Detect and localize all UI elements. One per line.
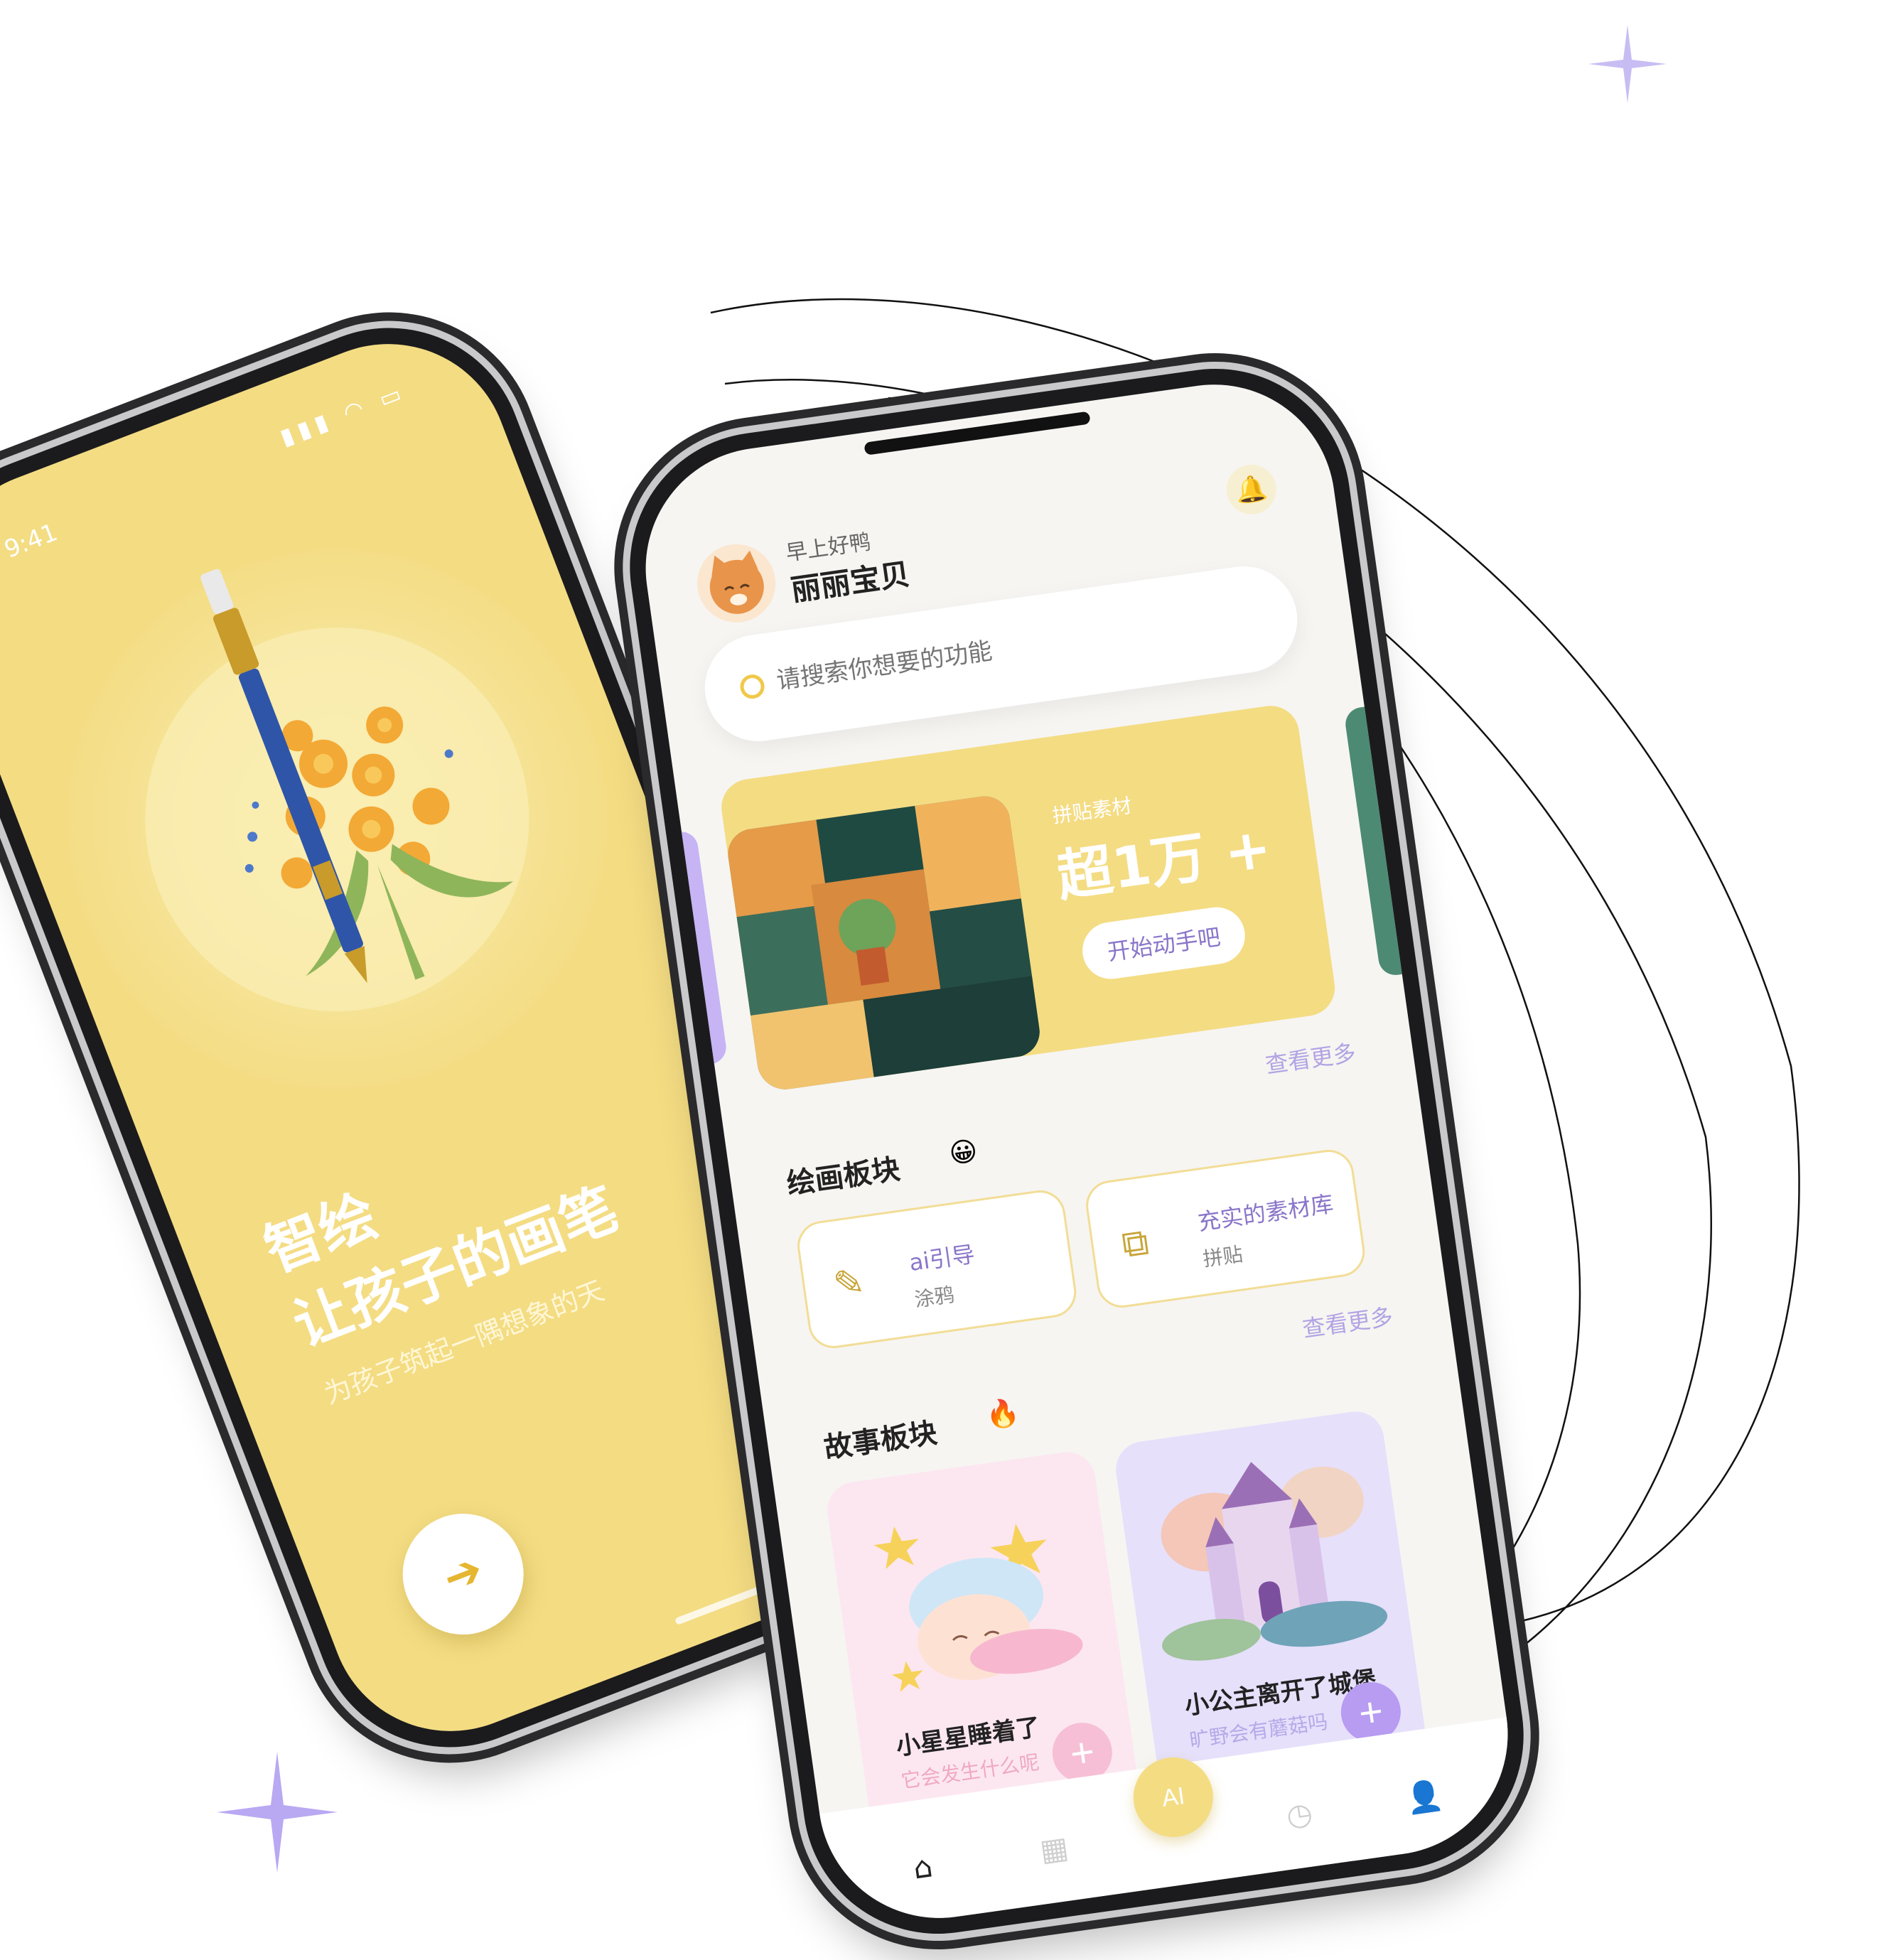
status-time: 9:41 xyxy=(0,518,62,564)
sparkle-icon-bottom-left xyxy=(217,1752,338,1873)
status-icons: ▮▮▮ ◠ ▭ xyxy=(276,377,411,451)
start-collage-button[interactable]: 开始动手吧 xyxy=(1078,903,1249,983)
avatar[interactable] xyxy=(692,539,781,628)
search-input[interactable] xyxy=(773,596,1273,696)
arrow-right-icon: ➔ xyxy=(436,1542,490,1606)
plus-icon: + xyxy=(1067,1728,1098,1777)
speaker-notch xyxy=(864,411,1091,456)
castle-illustration xyxy=(1161,1462,1388,1661)
sleeping-star-illustration xyxy=(873,1524,1083,1692)
home-tab-icon[interactable]: ⌂ xyxy=(911,1848,935,1885)
material-library-card[interactable]: ⧉ 充实的素材库 拼贴 xyxy=(1082,1146,1368,1311)
story-see-more-link[interactable]: 查看更多 xyxy=(1300,1299,1394,1344)
ai-tab-button[interactable]: AI xyxy=(1128,1752,1219,1843)
cat-avatar-icon xyxy=(709,550,764,614)
notification-button[interactable]: 🔔 xyxy=(1223,461,1280,518)
smile-emoji-icon: 😀 xyxy=(947,1134,980,1170)
ai-doodle-card[interactable]: ✎ ai引导 涂鸦 xyxy=(794,1187,1080,1352)
start-button[interactable]: ➔ xyxy=(384,1496,542,1652)
card-subtitle: 涂鸦 xyxy=(913,1283,956,1312)
brush-icon: ✎ xyxy=(830,1260,868,1308)
drawing-see-more-link[interactable]: 查看更多 xyxy=(1263,1035,1357,1079)
user-tab-icon[interactable]: 👤 xyxy=(1404,1777,1446,1817)
sparkle-icon-top-right xyxy=(1588,25,1667,103)
clock-tab-icon[interactable]: ◷ xyxy=(1284,1795,1315,1834)
shapes-icon: ⧉ xyxy=(1119,1220,1152,1267)
card-title: ai引导 xyxy=(907,1240,977,1277)
plus-icon: + xyxy=(1355,1687,1387,1737)
drawing-section-title: 绘画板块 xyxy=(785,1153,903,1201)
card-subtitle: 拼贴 xyxy=(1201,1242,1244,1271)
fire-emoji-icon: 🔥 xyxy=(984,1395,1022,1432)
collage-banner[interactable]: 拼贴素材 超1万 + 开始动手吧 xyxy=(718,702,1339,1093)
bell-icon: 🔔 xyxy=(1233,473,1269,507)
collage-artwork xyxy=(724,792,1043,1093)
search-icon xyxy=(738,672,766,701)
card-title: 充实的素材库 xyxy=(1195,1190,1335,1237)
grid-tab-icon[interactable]: ▦ xyxy=(1038,1829,1070,1868)
story-section-title: 故事板块 xyxy=(822,1416,940,1465)
splash-title: 智绘 让孩子的画笔 xyxy=(254,1094,629,1365)
